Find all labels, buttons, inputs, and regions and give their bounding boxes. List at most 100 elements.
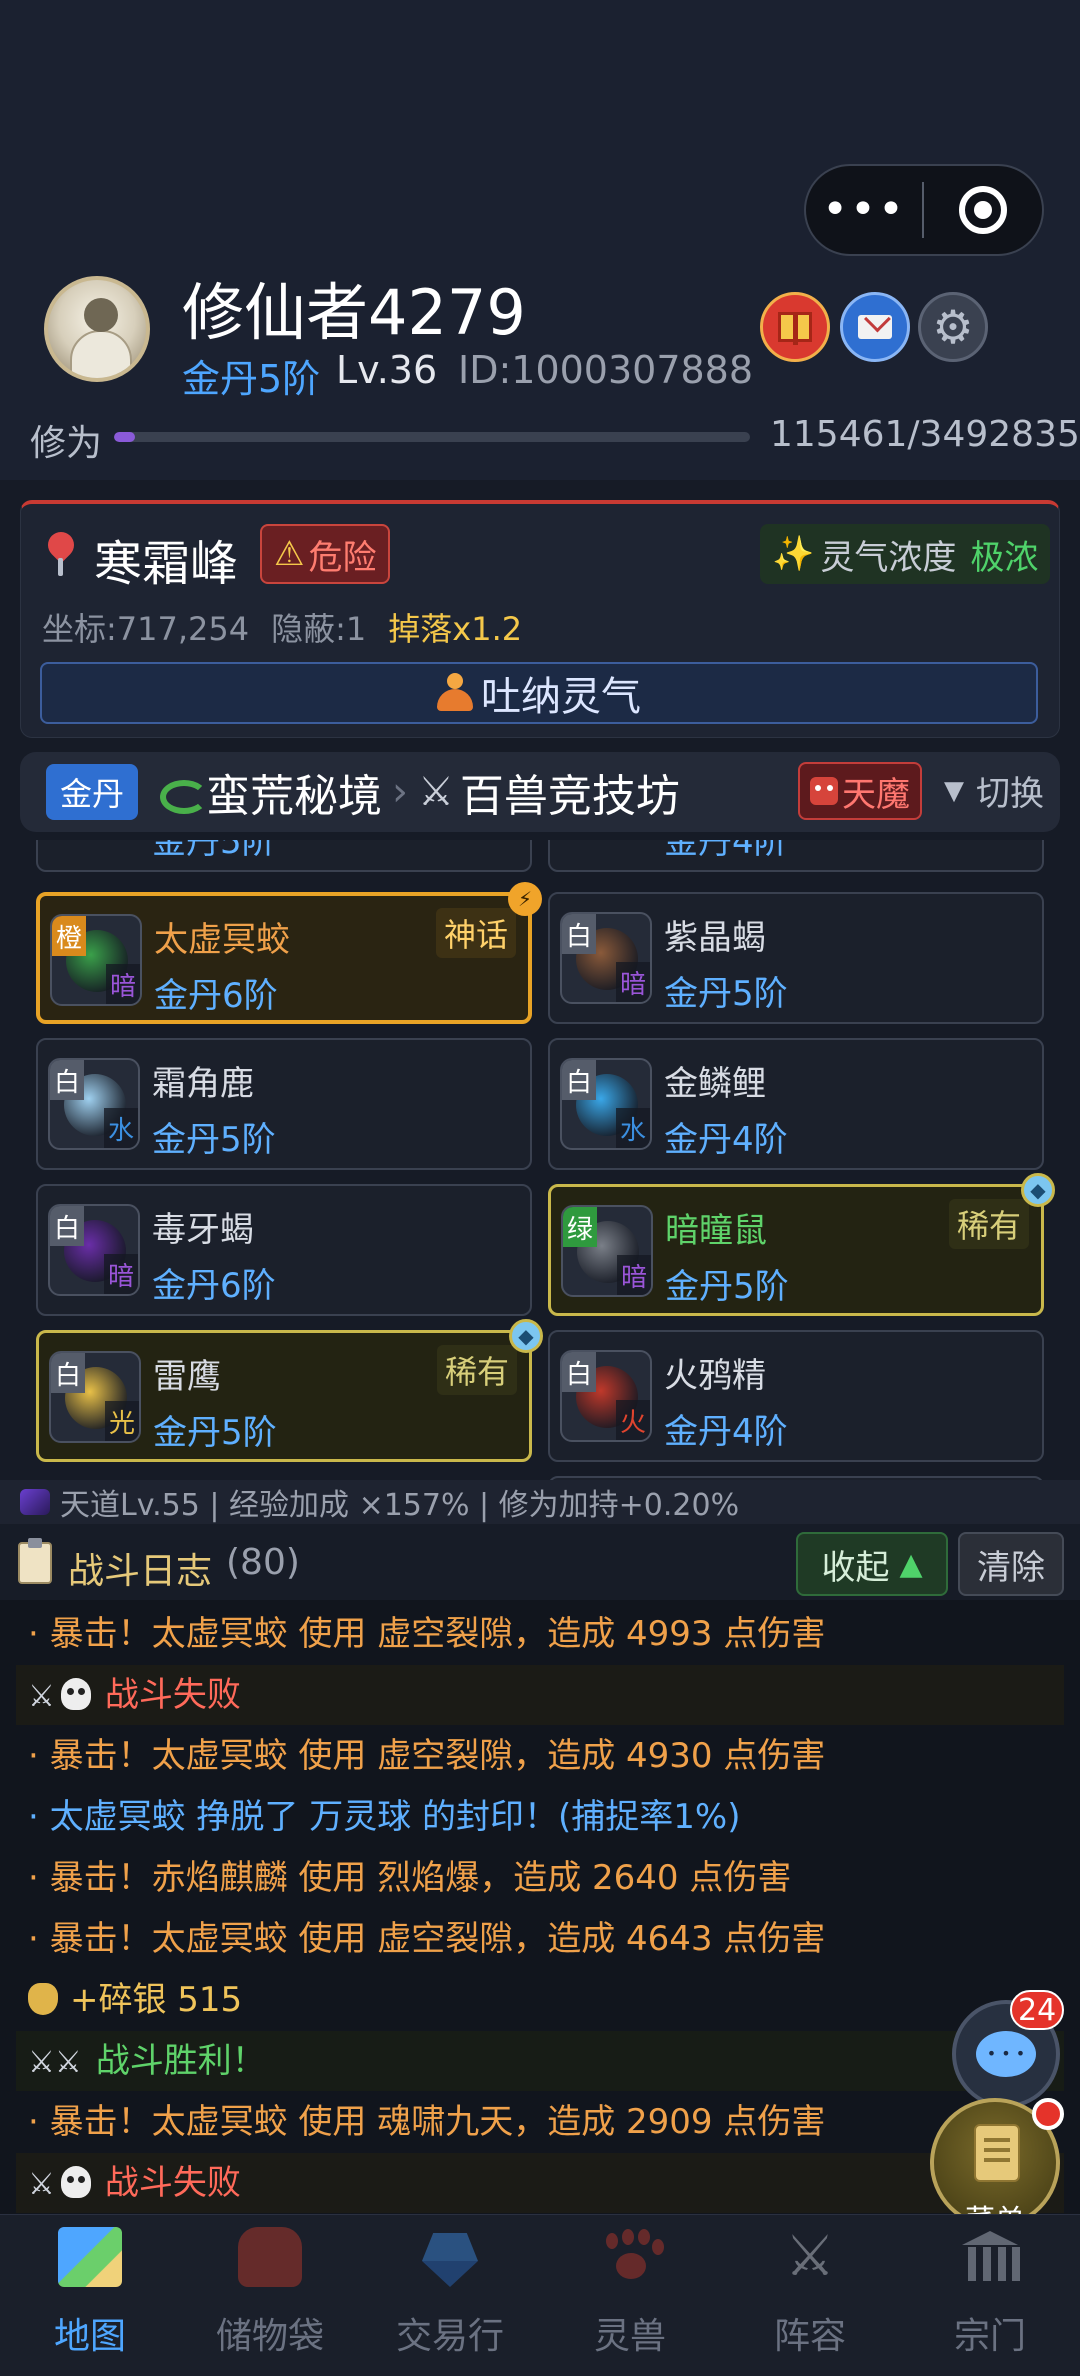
- clipboard-icon: [18, 1538, 52, 1584]
- drop-rate: 掉落x1.2: [388, 610, 523, 648]
- beast-grade-badge: 白: [51, 1353, 85, 1393]
- caret-down-icon: ▼: [944, 775, 964, 806]
- beast-element-badge: 水: [104, 1108, 138, 1148]
- target-icon[interactable]: [924, 186, 1042, 234]
- nav-item[interactable]: ⚔ 阵容: [720, 2215, 900, 2376]
- sparkle-icon: ✨: [772, 534, 815, 574]
- beast-element-badge: 暗: [616, 962, 650, 1002]
- gift-icon: [778, 312, 812, 345]
- nav-label: 灵兽: [593, 2316, 666, 2357]
- beast-card[interactable]: 橙暗太虚冥蛟 金丹6阶 神话 ⚡: [36, 882, 542, 1024]
- tianmo-label: 天魔: [842, 774, 910, 815]
- collapse-button[interactable]: 收起 ▲: [796, 1532, 948, 1596]
- player-realm: 金丹5阶: [182, 357, 321, 401]
- beast-realm: 金丹5阶: [665, 1267, 789, 1307]
- meditation-icon: [437, 673, 473, 713]
- xiuwei-progress-fill: [114, 432, 135, 442]
- beast-card[interactable]: 白水霜角鹿 金丹5阶: [36, 1038, 532, 1170]
- bag-icon: [238, 2227, 302, 2287]
- diamond-icon: ◆: [509, 1319, 543, 1353]
- nav-item[interactable]: 储物袋: [180, 2215, 360, 2376]
- aura-level: 极浓: [970, 537, 1039, 578]
- log-line: ⚔ 战斗失败: [16, 1665, 1064, 1725]
- tianmo-badge[interactable]: 天魔: [798, 762, 922, 820]
- beast-portrait: 白暗: [560, 912, 652, 1004]
- beast-card[interactable]: 白光雷鹰 金丹5阶 稀有 ◆: [36, 1319, 543, 1462]
- player-name: 修仙者4279: [182, 276, 526, 349]
- chevron-right-icon: ›: [392, 769, 408, 815]
- clear-button[interactable]: 清除: [958, 1532, 1064, 1596]
- beast-realm: 金丹5阶: [153, 1413, 277, 1453]
- beast-rarity-tag: 神话: [435, 908, 516, 958]
- beast-realm: 金丹5阶: [664, 974, 788, 1014]
- crossed-swords-icon: ⚔: [54, 2045, 82, 2080]
- beast-portrait: 绿暗: [561, 1205, 653, 1297]
- more-dots-icon[interactable]: •••: [806, 164, 922, 256]
- mail-button[interactable]: [840, 292, 910, 362]
- area-primary[interactable]: 蛮荒秘境: [206, 760, 382, 824]
- beast-element-badge: 水: [616, 1108, 650, 1148]
- log-line: ⚔ 战斗失败: [16, 2153, 1064, 2213]
- beast-card[interactable]: 白暗紫晶蝎金丹5阶: [548, 892, 1044, 1024]
- beast-name: 太虚冥蛟: [154, 920, 290, 960]
- skull-icon: [60, 2165, 91, 2198]
- mail-icon: [858, 315, 892, 339]
- lightning-icon: ⚡: [508, 882, 542, 916]
- beast-card[interactable]: 绿暗暗瞳鼠 金丹5阶 稀有 ◆: [548, 1173, 1055, 1316]
- beast-grade-badge: 白: [562, 914, 596, 954]
- nav-label: 地图: [53, 2316, 126, 2357]
- beast-card[interactable]: 白水金鳞鲤 金丹4阶: [548, 1038, 1044, 1170]
- chat-bubble-icon: [976, 2031, 1036, 2077]
- nav-item[interactable]: 宗门: [900, 2215, 1080, 2376]
- beast-portrait: 白火: [560, 1350, 652, 1442]
- crossed-swords-icon: ⚔: [28, 2167, 55, 2202]
- crossed-swords-icon: ⚔: [28, 2045, 55, 2080]
- collapse-label: 收起: [821, 1547, 890, 1588]
- warning-icon: ⚠: [274, 534, 305, 574]
- log-line: · 暴击！太虚冥蛟 使用 虚空裂隙，造成 4930 点伤害: [16, 1726, 1064, 1786]
- dao-text: 天道Lv.55 | 经验加成 ×157% | 修为加持+0.20%: [60, 1488, 740, 1523]
- nav-item[interactable]: 灵兽: [540, 2215, 720, 2376]
- battle-log-list[interactable]: · 暴击！太虚冥蛟 使用 虚空裂隙，造成 4993 点伤害 ⚔ 战斗失败 · 暴击！太…: [0, 1600, 1080, 2214]
- aura-label: 灵气浓度: [820, 537, 957, 578]
- beast-card[interactable]: 白暗毒牙蝎 金丹6阶: [36, 1184, 532, 1316]
- switch-label: 切换: [976, 774, 1044, 814]
- beast-card[interactable]: 白火火鸦精 金丹4阶: [548, 1330, 1044, 1462]
- miniapp-capsule: •••: [804, 164, 1044, 256]
- area-secondary[interactable]: 百兽竞技坊: [460, 760, 680, 824]
- beast-portrait: 橙暗: [50, 914, 142, 1006]
- nav-item[interactable]: 地图: [0, 2215, 180, 2376]
- log-text: · 暴击！太虚冥蛟 使用 虚空裂隙，造成 4643 点伤害: [28, 1919, 826, 1959]
- beast-grid: 金丹5阶 金丹4阶橙暗太虚冥蛟 金丹6阶 神话 ⚡ 白暗紫晶蝎 金丹5阶白水霜角鹿 金丹5阶白…: [20, 840, 1060, 1480]
- beast-realm: 金丹6阶: [152, 1266, 276, 1306]
- settings-button[interactable]: ⚙: [918, 292, 988, 362]
- beast-name: 紫晶蝎: [664, 918, 766, 958]
- battle-log-title: 战斗日志: [68, 1551, 213, 1592]
- location-name: 寒霜峰: [94, 536, 239, 592]
- beast-portrait: 白水: [560, 1058, 652, 1150]
- nav-item[interactable]: 交易行: [360, 2215, 540, 2376]
- beast-element-badge: 火: [616, 1400, 650, 1440]
- log-line: · 暴击！太虚冥蛟 使用 虚空裂隙，造成 4643 点伤害: [16, 1909, 1064, 1969]
- breath-button[interactable]: 吐纳灵气: [40, 662, 1038, 724]
- skull-icon: [60, 1677, 91, 1710]
- log-line: · 暴击！太虚冥蛟 使用 魂啸九天，造成 2909 点伤害: [16, 2092, 1064, 2152]
- nav-label: 交易行: [395, 2316, 504, 2357]
- log-text: · 暴击！太虚冥蛟 使用 虚空裂隙，造成 4993 点伤害: [28, 1614, 826, 1654]
- beast-grade-badge: 白: [50, 1206, 84, 1246]
- switch-button[interactable]: ▼ 切换: [944, 766, 1044, 815]
- coords: 坐标:717,254: [42, 610, 250, 648]
- beast-portrait: 白水: [48, 1058, 140, 1150]
- beast-card-partial[interactable]: 金丹4阶: [548, 840, 1044, 872]
- log-text: 战斗失败: [104, 2163, 241, 2203]
- beast-realm: 金丹5阶: [152, 840, 276, 862]
- diamond-icon: ◆: [1021, 1173, 1055, 1207]
- beast-card-partial[interactable]: 金丹5阶: [36, 840, 532, 872]
- realm-tag[interactable]: 金丹: [46, 764, 138, 820]
- avatar[interactable]: [44, 276, 150, 382]
- log-text: · 太虚冥蛟 挣脱了 万灵球 的封印！(捕捉率1%): [28, 1797, 741, 1837]
- beast-name: 火鸦精: [664, 1356, 766, 1396]
- log-line: +碎银 515: [16, 1970, 1064, 2030]
- gift-button[interactable]: [760, 292, 830, 362]
- beast-grade-badge: 绿: [563, 1207, 597, 1247]
